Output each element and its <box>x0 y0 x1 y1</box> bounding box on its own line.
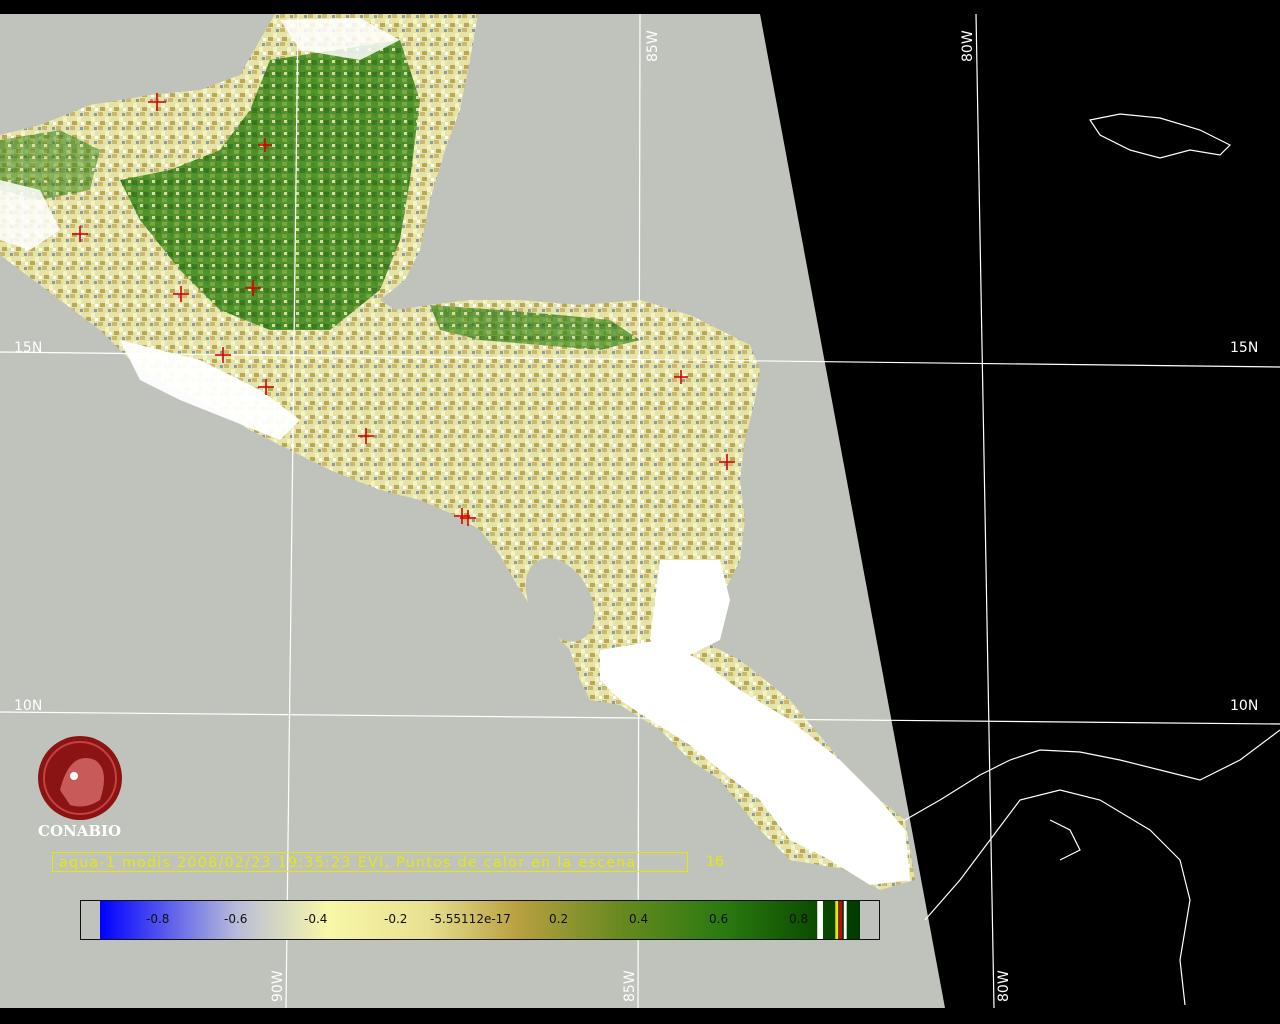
colorbar-tick: -0.6 <box>224 912 248 926</box>
colorbar-tick: -0.4 <box>304 912 328 926</box>
lon-label-80w-top: 80W <box>960 30 976 62</box>
colorbar-tick: -0.8 <box>146 912 170 926</box>
lon-label-85w-top: 85W <box>645 30 661 62</box>
colorbar-tick: 0.2 <box>549 912 569 926</box>
hotspot-count: 16 <box>706 854 724 870</box>
colorbar-tick: 0.4 <box>629 912 649 926</box>
lon-label-90w-bottom: 90W <box>270 970 286 1002</box>
conabio-logo-emblem <box>38 736 122 820</box>
lat-label-10n-left: 10N <box>14 698 43 714</box>
colorbar-tick: -5.55112e-17 <box>430 912 511 926</box>
scene-caption: aqua-1 modis 2008/02/23 19:35:23 EVI, Pu… <box>52 852 688 872</box>
lon-label-80w-bottom: 80W <box>996 970 1012 1002</box>
lat-label-15n-left: 15N <box>14 340 43 356</box>
colorbar-tick: -0.2 <box>384 912 408 926</box>
colorbar-tick: 0.8 <box>789 912 809 926</box>
lon-label-85w-bottom: 85W <box>622 970 638 1002</box>
conabio-logo-text: CONABIO <box>38 822 122 840</box>
lat-label-15n-right: 15N <box>1230 340 1259 356</box>
lat-label-10n-right: 10N <box>1230 698 1259 714</box>
colorbar-tick: 0.6 <box>709 912 729 926</box>
